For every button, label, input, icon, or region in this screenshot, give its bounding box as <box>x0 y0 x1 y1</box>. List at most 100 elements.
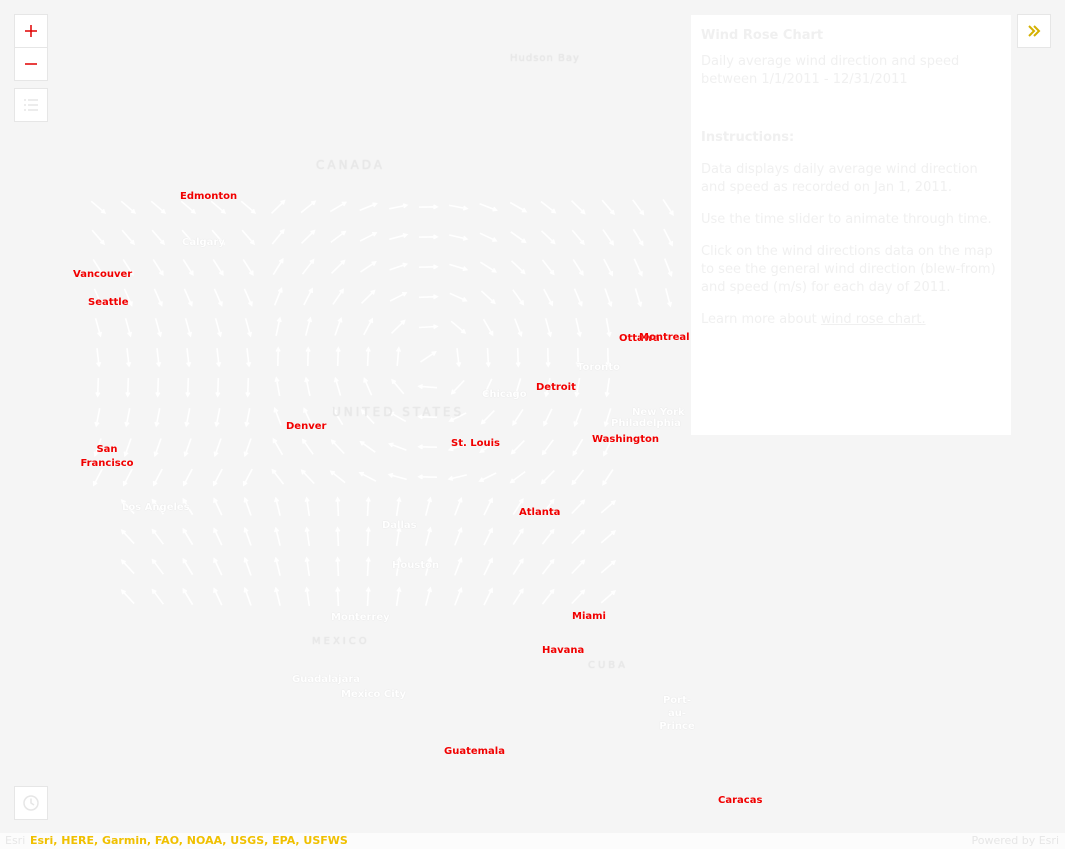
wind-arrow[interactable] <box>358 471 377 482</box>
city-label[interactable]: San Francisco <box>80 443 134 471</box>
wind-arrow[interactable] <box>184 318 193 338</box>
wind-arrow[interactable] <box>541 588 555 605</box>
wind-arrow[interactable] <box>243 496 252 516</box>
wind-arrow[interactable] <box>571 589 586 605</box>
wind-arrow[interactable] <box>91 229 106 246</box>
wind-arrow[interactable] <box>271 228 285 245</box>
wind-arrow[interactable] <box>541 259 555 276</box>
wind-arrow[interactable] <box>573 288 583 307</box>
wind-arrow[interactable] <box>213 587 223 606</box>
city-label[interactable]: Montreal <box>639 332 690 343</box>
wind-arrow[interactable] <box>390 319 406 334</box>
wind-arrow[interactable] <box>151 558 165 575</box>
wind-arrow[interactable] <box>304 316 313 336</box>
wind-arrow[interactable] <box>454 557 463 576</box>
wind-arrow[interactable] <box>365 496 371 517</box>
wind-arrow[interactable] <box>90 200 107 214</box>
wind-arrow[interactable] <box>186 348 192 368</box>
wind-arrow[interactable] <box>482 318 494 337</box>
wind-arrow[interactable] <box>363 317 374 336</box>
wind-arrow[interactable] <box>604 288 613 308</box>
wind-arrow[interactable] <box>304 526 311 547</box>
wind-arrow[interactable] <box>478 472 497 482</box>
wind-arrow[interactable] <box>243 586 252 606</box>
wind-arrow[interactable] <box>454 497 463 516</box>
wind-arrow[interactable] <box>301 258 315 275</box>
wind-arrow[interactable] <box>480 290 496 305</box>
wind-arrow[interactable] <box>213 438 222 458</box>
wind-arrow[interactable] <box>479 232 498 242</box>
wind-arrow[interactable] <box>417 444 438 450</box>
wind-arrow[interactable] <box>663 228 673 247</box>
wind-arrow[interactable] <box>274 586 281 606</box>
city-label[interactable]: Detroit <box>536 382 576 393</box>
wind-arrow[interactable] <box>122 468 133 487</box>
wind-arrow[interactable] <box>572 258 584 277</box>
wind-arrow[interactable] <box>182 258 194 276</box>
wind-arrow[interactable] <box>335 526 341 547</box>
wind-arrow[interactable] <box>303 287 313 306</box>
wind-arrow[interactable] <box>540 230 556 245</box>
wind-arrow[interactable] <box>274 376 281 397</box>
wind-arrow[interactable] <box>271 468 285 485</box>
wind-arrow[interactable] <box>151 528 165 545</box>
wind-arrow[interactable] <box>365 586 371 607</box>
wind-arrow[interactable] <box>215 377 221 398</box>
wind-arrow[interactable] <box>389 233 409 241</box>
wind-arrow[interactable] <box>329 470 346 484</box>
wind-arrow[interactable] <box>449 292 468 302</box>
city-label[interactable]: Miami <box>572 611 606 622</box>
wind-arrow[interactable] <box>483 497 493 516</box>
wind-arrow[interactable] <box>272 437 284 456</box>
wind-arrow[interactable] <box>246 348 252 368</box>
wind-arrow[interactable] <box>304 496 311 517</box>
wind-arrow[interactable] <box>213 557 223 576</box>
wind-arrow[interactable] <box>124 408 131 428</box>
wind-arrow[interactable] <box>418 264 439 270</box>
wind-arrow[interactable] <box>305 346 311 367</box>
legend-button[interactable] <box>15 89 47 121</box>
data-sources[interactable]: Esri, HERE, Garmin, FAO, NOAA, USGS, EPA… <box>30 833 348 849</box>
wind-arrow[interactable] <box>485 347 491 368</box>
wind-arrow[interactable] <box>634 288 643 308</box>
wind-arrow[interactable] <box>241 229 256 246</box>
zoom-in-button[interactable] <box>15 15 47 47</box>
wind-arrow[interactable] <box>330 230 347 244</box>
wind-arrow[interactable] <box>450 320 467 334</box>
wind-arrow[interactable] <box>483 557 493 576</box>
wind-arrow[interactable] <box>182 527 194 546</box>
wind-arrow[interactable] <box>571 499 586 515</box>
wind-arrow[interactable] <box>94 318 103 338</box>
wind-arrow[interactable] <box>245 377 251 398</box>
wind-arrow[interactable] <box>359 202 378 212</box>
wind-arrow[interactable] <box>420 351 437 363</box>
wind-arrow[interactable] <box>94 408 101 428</box>
wind-arrow[interactable] <box>509 201 528 213</box>
wind-arrow[interactable] <box>301 438 314 455</box>
wind-arrow[interactable] <box>304 376 311 396</box>
wind-arrow[interactable] <box>391 378 405 395</box>
wind-arrow[interactable] <box>304 556 311 577</box>
city-label[interactable]: Caracas <box>718 795 762 806</box>
wind-arrow[interactable] <box>275 346 281 367</box>
wind-arrow[interactable] <box>543 408 553 427</box>
wind-arrow[interactable] <box>600 529 617 544</box>
wind-arrow[interactable] <box>126 348 132 368</box>
wind-arrow[interactable] <box>152 468 163 487</box>
wind-arrow[interactable] <box>124 318 133 338</box>
wind-arrow[interactable] <box>450 379 465 395</box>
wind-arrow[interactable] <box>304 586 311 607</box>
wind-arrow[interactable] <box>600 499 617 514</box>
wind-arrow[interactable] <box>152 258 164 276</box>
wind-arrow[interactable] <box>418 204 439 210</box>
wind-arrow[interactable] <box>395 586 402 607</box>
wind-arrow[interactable] <box>512 289 525 306</box>
wind-arrow[interactable] <box>243 288 253 307</box>
wind-arrow[interactable] <box>480 410 495 425</box>
wind-arrow[interactable] <box>388 442 407 451</box>
zoom-out-button[interactable] <box>15 48 47 80</box>
wind-arrow[interactable] <box>155 377 161 398</box>
wind-arrow[interactable] <box>509 470 526 484</box>
wind-arrow[interactable] <box>447 474 467 481</box>
wind-arrow[interactable] <box>515 347 521 368</box>
